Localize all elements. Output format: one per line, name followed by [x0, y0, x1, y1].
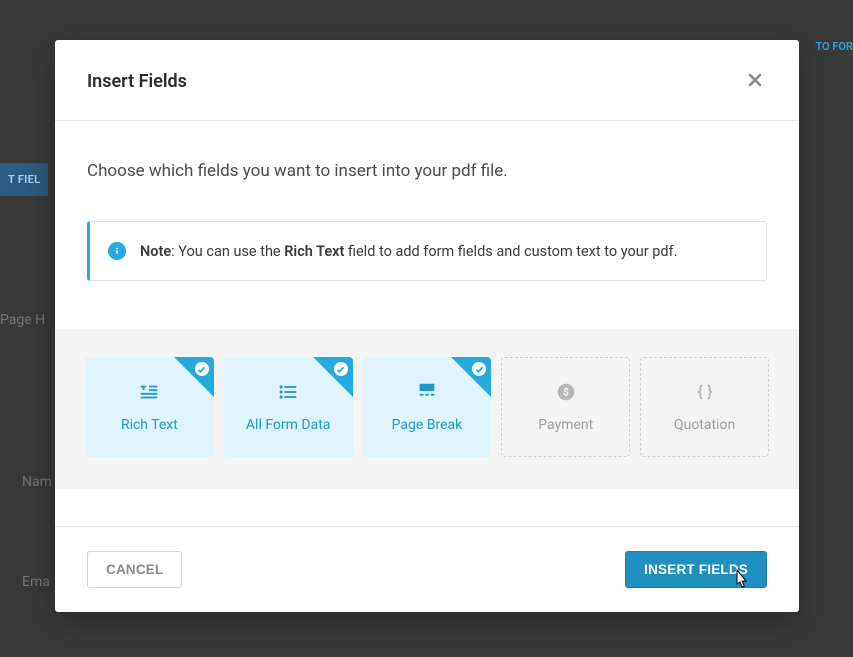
- selected-corner: [174, 357, 214, 397]
- card-page-break[interactable]: Page Break: [363, 357, 492, 457]
- bg-label-email: Ema: [22, 574, 50, 590]
- card-quotation[interactable]: Quotation: [640, 357, 769, 457]
- insert-fields-button[interactable]: INSERT FIELDS: [625, 551, 767, 588]
- note-after: field to add form fields and custom text…: [344, 243, 677, 260]
- modal-footer: CANCEL INSERT FIELDS: [55, 526, 799, 612]
- bg-label-name: Nam: [22, 474, 52, 490]
- dollar-icon: $: [555, 381, 577, 403]
- card-label: Payment: [538, 417, 593, 433]
- selected-corner: [313, 357, 353, 397]
- bg-insert-fields-fragment: T FIEL: [0, 163, 48, 196]
- modal-body: Choose which fields you want to insert i…: [55, 121, 799, 291]
- card-label: All Form Data: [246, 417, 331, 433]
- note-text: Note: You can use the Rich Text field to…: [140, 243, 677, 260]
- page-break-icon: [416, 381, 438, 403]
- close-icon: [747, 68, 763, 93]
- note-bold: Rich Text: [284, 243, 344, 260]
- check-icon: [334, 362, 348, 376]
- close-button[interactable]: [743, 66, 767, 96]
- card-label: Page Break: [392, 417, 463, 433]
- modal-title: Insert Fields: [87, 71, 187, 92]
- card-rich-text[interactable]: Rich Text: [85, 357, 214, 457]
- modal-subtitle: Choose which fields you want to insert i…: [87, 161, 767, 181]
- svg-text:$: $: [563, 386, 569, 399]
- info-icon: [108, 242, 126, 260]
- rich-text-icon: [138, 381, 160, 403]
- field-cards: Rich Text All Form Data Page Break: [85, 357, 769, 457]
- braces-icon: [694, 381, 716, 403]
- bg-link-fragment: TO FOR: [815, 40, 853, 53]
- cancel-button[interactable]: CANCEL: [87, 551, 182, 588]
- note-box: Note: You can use the Rich Text field to…: [87, 221, 767, 281]
- note-label: Note: [140, 243, 171, 260]
- selected-corner: [451, 357, 491, 397]
- insert-fields-modal: Insert Fields Choose which fields you wa…: [55, 40, 799, 612]
- field-cards-strip: Rich Text All Form Data Page Break: [55, 329, 799, 489]
- modal-header: Insert Fields: [55, 40, 799, 121]
- check-icon: [195, 362, 209, 376]
- bg-label-pageheader: Page H: [0, 312, 45, 328]
- card-all-form-data[interactable]: All Form Data: [224, 357, 353, 457]
- card-payment[interactable]: $ Payment: [501, 357, 630, 457]
- card-label: Quotation: [674, 417, 735, 433]
- note-before: : You can use the: [171, 243, 284, 260]
- list-icon: [277, 381, 299, 403]
- card-label: Rich Text: [121, 417, 178, 433]
